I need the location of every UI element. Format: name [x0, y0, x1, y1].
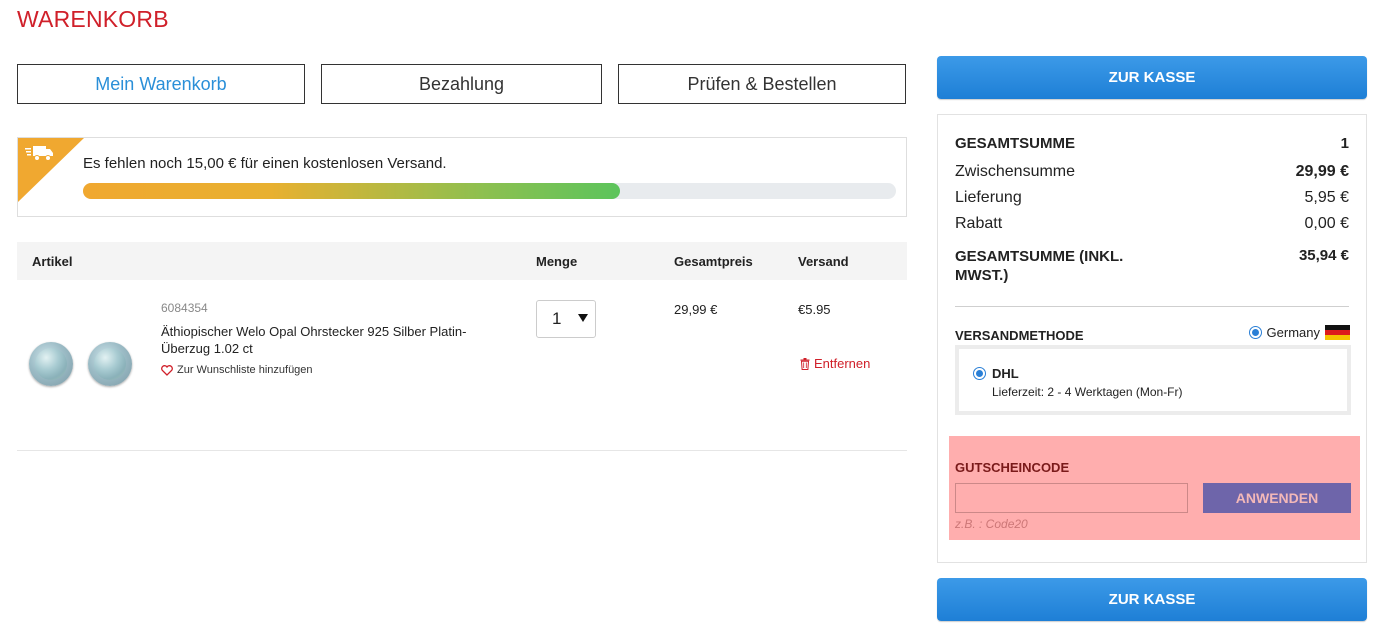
voucher-hint: z.B. : Code20	[955, 517, 1028, 531]
subtotal-value: 29,99 €	[1295, 163, 1349, 180]
column-total: Gesamtpreis	[674, 254, 753, 269]
table-row: 6084354 Äthiopischer Welo Opal Ohrstecke…	[17, 280, 907, 451]
truck-icon	[25, 146, 53, 161]
remove-label: Entfernen	[814, 356, 871, 371]
order-summary: GESAMTSUMME 1 Zwischensumme 29,99 € Lief…	[937, 114, 1367, 563]
step-pruefen-bestellen[interactable]: Prüfen & Bestellen	[618, 64, 906, 104]
shipping-method-label: VERSANDMETHODE	[955, 328, 1084, 343]
summary-total-label: GESAMTSUMME	[955, 135, 1075, 152]
heart-icon	[161, 364, 173, 376]
voucher-input[interactable]	[955, 483, 1188, 513]
discount-row: Rabatt 0,00 €	[955, 215, 1349, 233]
shipping-country[interactable]: Germany	[1248, 325, 1350, 340]
carrier-name: DHL	[992, 366, 1019, 381]
discount-value: 0,00 €	[1304, 215, 1349, 232]
discount-label: Rabatt	[955, 215, 1003, 232]
grand-total-value: 35,94 €	[1298, 247, 1349, 264]
trash-icon	[800, 357, 810, 370]
column-quantity: Menge	[536, 254, 578, 269]
delivery-label: Lieferung	[955, 189, 1022, 206]
delivery-time: Lieferzeit: 2 - 4 Werktagen (Mon-Fr)	[992, 385, 1183, 399]
product-image[interactable]	[29, 342, 73, 386]
summary-total-count: 1	[1340, 135, 1349, 152]
dhl-radio[interactable]	[973, 367, 986, 380]
checkout-steps: Mein Warenkorb Bezahlung Prüfen & Bestel…	[17, 64, 906, 104]
step-mein-warenkorb[interactable]: Mein Warenkorb	[17, 64, 305, 104]
delivery-value: 5,95 €	[1304, 189, 1349, 206]
quantity-select[interactable]: 1	[536, 300, 596, 338]
progress-fill	[83, 183, 620, 199]
remove-item-button[interactable]: Entfernen	[800, 356, 870, 371]
product-image[interactable]	[88, 342, 132, 386]
apply-voucher-button[interactable]: ANWENDEN	[1203, 483, 1351, 513]
delivery-row: Lieferung 5,95 €	[955, 189, 1349, 207]
cart-table-header: Artikel Menge Gesamtpreis Versand	[17, 242, 907, 280]
subtotal-row: Zwischensumme 29,99 €	[955, 163, 1349, 181]
free-shipping-message: Es fehlen noch 15,00 € für einen kostenl…	[83, 155, 447, 172]
grand-total-row: GESAMTSUMME (INKL. MWST.) 35,94 €	[955, 247, 1349, 285]
quantity-value: 1	[552, 309, 562, 328]
summary-total-row: GESAMTSUMME 1	[955, 135, 1349, 152]
summary-divider	[955, 306, 1349, 307]
step-bezahlung[interactable]: Bezahlung	[321, 64, 602, 104]
subtotal-label: Zwischensumme	[955, 163, 1076, 180]
item-shipping-cost: €5.95	[798, 302, 831, 317]
voucher-section: GUTSCHEINCODE ANWENDEN z.B. : Code20	[949, 436, 1360, 540]
free-shipping-banner: Es fehlen noch 15,00 € für einen kostenl…	[17, 137, 907, 217]
shipping-option-dhl[interactable]: DHL Lieferzeit: 2 - 4 Werktagen (Mon-Fr)	[955, 345, 1351, 415]
grand-total-label: GESAMTSUMME (INKL. MWST.)	[955, 248, 1124, 284]
germany-flag-icon	[1325, 325, 1350, 340]
column-shipping: Versand	[798, 254, 849, 269]
item-total-price: 29,99 €	[674, 302, 718, 317]
checkout-button-bottom[interactable]: ZUR KASSE	[937, 578, 1367, 621]
country-name: Germany	[1266, 325, 1320, 340]
product-name[interactable]: Äthiopischer Welo Opal Ohrstecker 925 Si…	[161, 323, 501, 357]
country-radio[interactable]	[1248, 326, 1262, 339]
voucher-label: GUTSCHEINCODE	[955, 460, 1070, 475]
free-shipping-progress	[83, 183, 896, 199]
add-to-wishlist-link[interactable]: Zur Wunschliste hinzufügen	[161, 364, 313, 376]
page-title: WARENKORB	[17, 6, 169, 32]
chevron-down-icon	[578, 314, 588, 322]
wishlist-label: Zur Wunschliste hinzufügen	[177, 364, 313, 376]
checkout-button-top[interactable]: ZUR KASSE	[937, 56, 1367, 99]
product-sku: 6084354	[161, 301, 208, 315]
column-article: Artikel	[32, 254, 73, 269]
